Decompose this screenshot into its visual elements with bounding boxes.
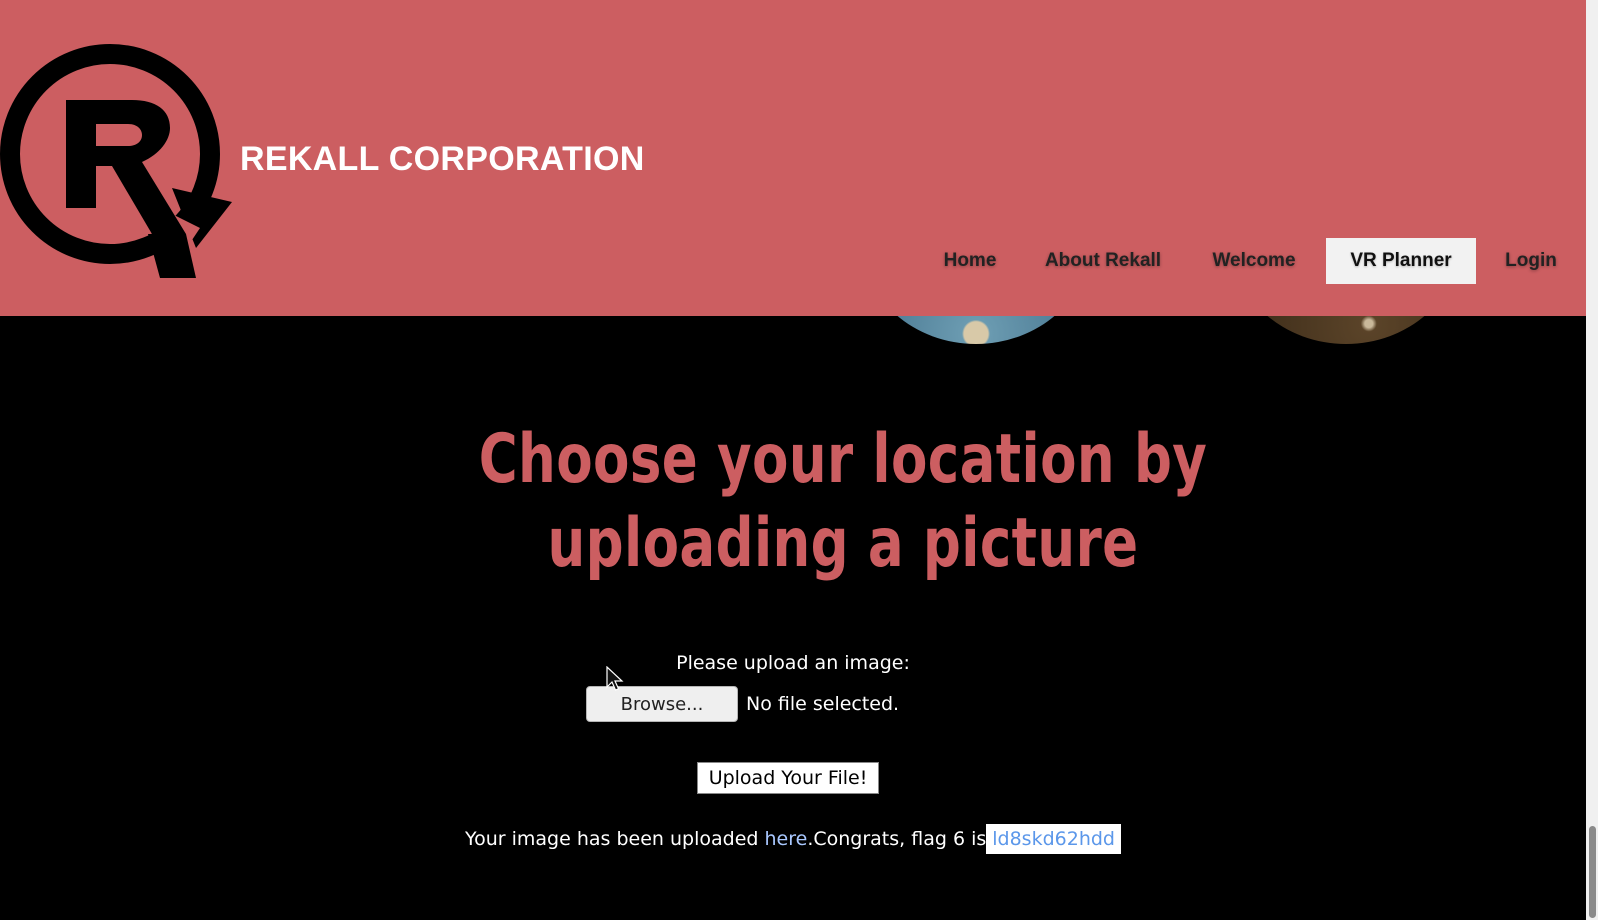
page-title: Choose your location by uploading a pict… xyxy=(478,420,1208,583)
upload-form: Please upload an image: Browse... No fil… xyxy=(0,650,1586,810)
brand-name[interactable]: REKALL CORPORATION xyxy=(240,140,645,179)
nav-login[interactable]: Login xyxy=(1490,238,1572,284)
nav-welcome[interactable]: Welcome xyxy=(1196,238,1312,284)
vertical-scrollbar[interactable] xyxy=(1586,0,1598,920)
file-status: No file selected. xyxy=(746,693,900,715)
mouse-cursor-icon xyxy=(606,665,624,692)
upload-result-message: Your image has been uploaded here.Congra… xyxy=(0,822,1586,856)
main-nav: Home About Rekall Welcome VR Planner Log… xyxy=(0,238,1586,284)
nav-vr-planner[interactable]: VR Planner xyxy=(1326,238,1476,284)
page: REKALL CORPORATION Home About Rekall Wel… xyxy=(0,0,1586,920)
result-message: .Congrats, flag 6 is xyxy=(807,828,987,850)
nav-about-rekall[interactable]: About Rekall xyxy=(1036,238,1170,284)
upload-submit-button[interactable]: Upload Your File! xyxy=(697,762,879,794)
site-header: REKALL CORPORATION Home About Rekall Wel… xyxy=(0,0,1586,316)
scrollbar-thumb[interactable] xyxy=(1589,826,1596,918)
result-prefix: Your image has been uploaded xyxy=(465,828,765,850)
uploaded-image-link[interactable]: here xyxy=(764,828,807,850)
upload-prompt: Please upload an image: xyxy=(676,652,910,674)
nav-home[interactable]: Home xyxy=(920,238,1020,284)
flag-value[interactable]: ld8skd62hdd xyxy=(986,824,1121,854)
